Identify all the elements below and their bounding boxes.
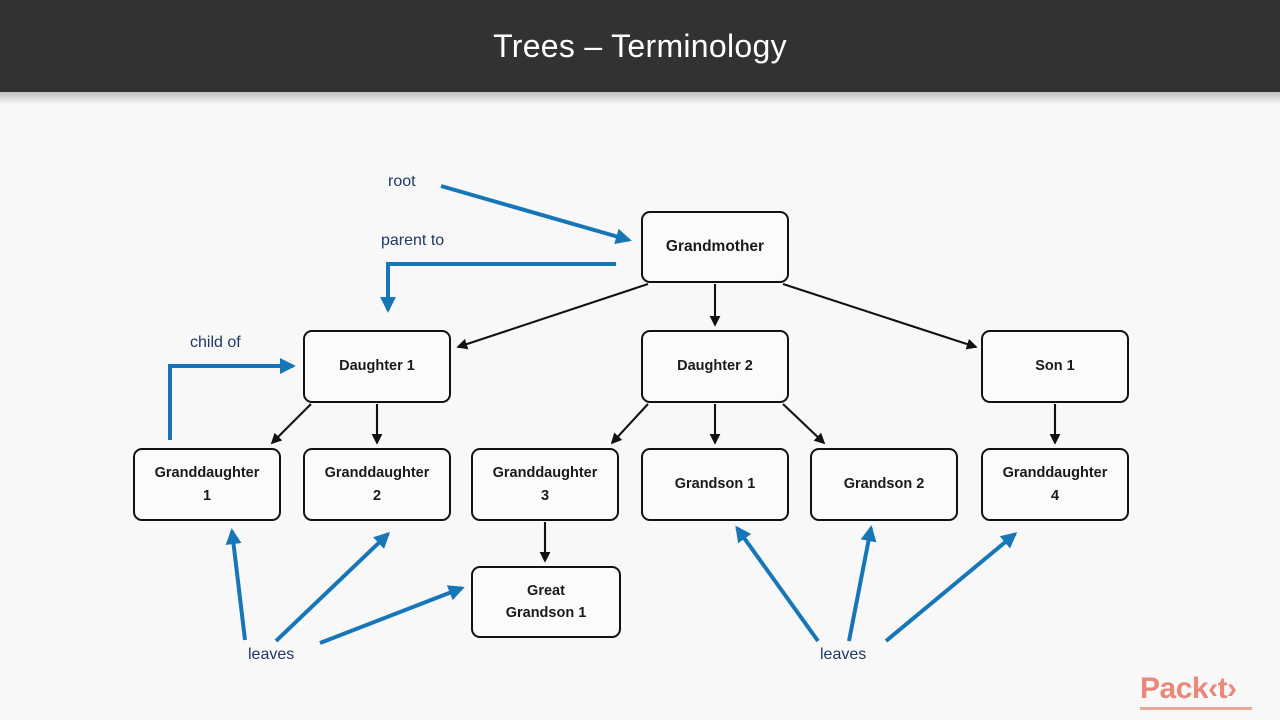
annotation-label-root: root — [388, 173, 416, 190]
arrow-child-of — [168, 358, 296, 440]
tree-node-daughter2[interactable]: Daughter 2 — [641, 330, 789, 403]
annotation-label-child-of: child of — [190, 334, 241, 351]
node-label: Grandson 1 — [674, 476, 756, 493]
arrow-leaves-left-to-granddaughter1 — [225, 528, 247, 641]
arrow-parent-to — [380, 262, 616, 313]
arrow-leaves-right-to-granddaughter4 — [884, 532, 1018, 643]
node-label-line1: Granddaughter — [1002, 465, 1108, 482]
tree-node-granddaughter2[interactable]: Granddaughter 2 — [303, 448, 451, 521]
node-label-line2: 3 — [540, 487, 550, 504]
packt-logo-bracket-icon: ‹t› — [1208, 672, 1237, 705]
annotation-label-leaves-right: leaves — [820, 646, 867, 663]
node-label-line2: Grandson 1 — [505, 605, 587, 621]
node-label-line1: Granddaughter — [492, 465, 598, 482]
node-label: Grandmother — [665, 237, 765, 255]
slide: Trees – Terminology Grandmother Daughter… — [0, 0, 1280, 720]
node-label-line1: Granddaughter — [154, 465, 260, 482]
node-label: Daughter 1 — [339, 358, 415, 375]
arrow-leaves-right-to-grandson1 — [735, 525, 820, 643]
node-label: Grandson 2 — [843, 476, 925, 493]
edge-grandmother-son1 — [782, 283, 978, 350]
node-label: Daughter 2 — [677, 358, 753, 375]
tree-node-granddaughter1[interactable]: Granddaughter 1 — [133, 448, 281, 521]
tree-node-grandmother[interactable]: Grandmother — [641, 211, 789, 283]
node-label-line2: 1 — [202, 487, 212, 504]
arrow-leaves-right-to-grandson2 — [847, 525, 877, 642]
tree-node-granddaughter3[interactable]: Granddaughter 3 — [471, 448, 619, 521]
tree-node-daughter1[interactable]: Daughter 1 — [303, 330, 451, 403]
tree-node-granddaughter4[interactable]: Granddaughter 4 — [981, 448, 1129, 521]
tree-node-greatgrandson1[interactable]: Great Grandson 1 — [471, 566, 621, 638]
edge-daughter2-grandson2 — [782, 403, 826, 445]
packt-logo-text: Pack‹t› — [1140, 674, 1252, 704]
edge-daughter1-granddaughter1 — [270, 403, 312, 445]
tree-node-grandson2[interactable]: Grandson 2 — [810, 448, 958, 521]
packt-logo: Pack‹t› — [1140, 674, 1252, 710]
tree-node-son1[interactable]: Son 1 — [981, 330, 1129, 403]
annotation-label-leaves-left: leaves — [248, 646, 295, 663]
arrow-root — [440, 184, 632, 245]
tree-node-grandson1[interactable]: Grandson 1 — [641, 448, 789, 521]
node-label-line1: Granddaughter — [324, 465, 430, 482]
node-label-line1: Great — [527, 582, 565, 599]
node-label-line2: 2 — [372, 487, 382, 504]
node-label: Son 1 — [1035, 358, 1075, 375]
edge-grandmother-daughter1 — [456, 283, 649, 350]
packt-logo-underline — [1140, 707, 1252, 710]
annotation-label-parent-to: parent to — [381, 232, 445, 249]
node-label-line2: 4 — [1050, 487, 1060, 504]
edge-daughter2-granddaughter3 — [610, 403, 649, 445]
packt-logo-wordmark: Pack — [1140, 672, 1209, 705]
arrow-leaves-left-to-greatgrandson1 — [319, 585, 465, 645]
